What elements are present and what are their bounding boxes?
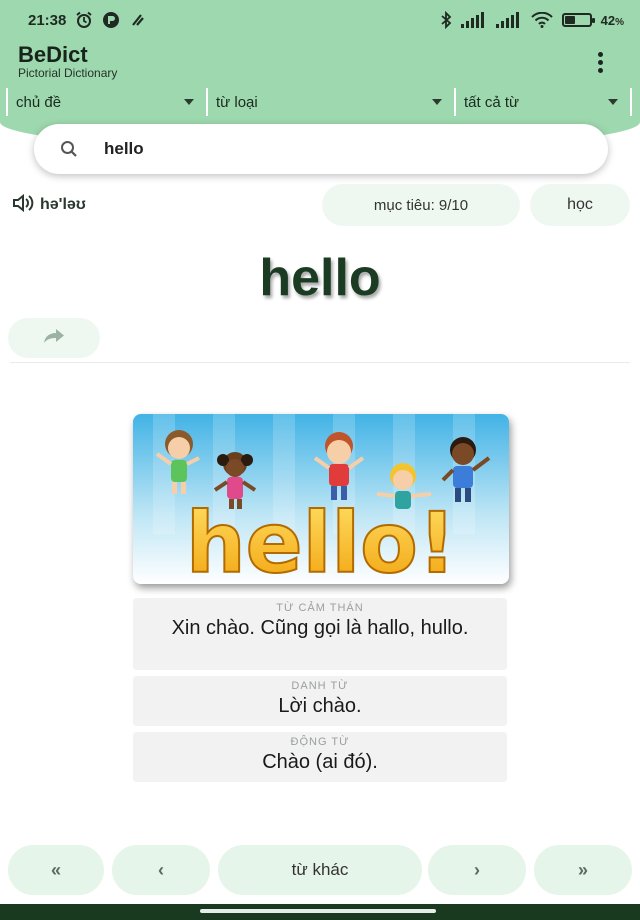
search-icon — [60, 140, 78, 158]
filter-row: chủ đề từ loại tất cả từ — [0, 88, 640, 116]
first-word-button[interactable]: « — [8, 845, 104, 895]
share-button[interactable] — [8, 318, 100, 358]
filter-divider — [630, 88, 632, 116]
definition-card-verb: ĐỘNG TỪ Chào (ai đó). — [133, 732, 507, 782]
status-bar: 21:38 42% — [0, 0, 640, 40]
definition-card-noun: DANH TỪ Lời chào. — [133, 676, 507, 726]
alarm-icon — [75, 11, 93, 29]
bluetooth-icon — [440, 11, 452, 29]
word-type-dropdown-label: từ loại — [216, 93, 258, 111]
speaker-icon — [12, 193, 36, 218]
topic-dropdown[interactable]: chủ đề — [6, 88, 206, 116]
last-word-button[interactable]: » — [534, 845, 632, 895]
headword: hello — [259, 249, 381, 307]
chevron-down-icon — [432, 99, 442, 105]
menu-dot-icon — [597, 59, 603, 65]
chevron-down-icon — [184, 99, 194, 105]
definition-text: Lời chào. — [278, 695, 362, 717]
definition-card-interjection: TỪ CẢM THÁN Xin chào. Cũng gọi là hallo,… — [133, 598, 507, 670]
illustration-hello-text: hello! — [186, 494, 456, 584]
previous-word-button[interactable]: ‹ — [112, 845, 210, 895]
battery-level — [564, 16, 575, 24]
share-arrow-icon — [41, 326, 67, 351]
battery-icon — [561, 13, 595, 27]
word-type-dropdown[interactable]: từ loại — [206, 88, 454, 116]
all-words-dropdown-label: tất cả từ — [464, 93, 520, 111]
signal-icon-2 — [495, 12, 522, 28]
definition-text: Chào (ai đó). — [262, 751, 378, 773]
pronunciation-text: hə'ləʊ — [40, 196, 86, 213]
menu-dot-icon — [597, 51, 603, 57]
search-input[interactable]: hello — [34, 124, 608, 174]
other-words-button[interactable]: từ khác — [218, 845, 422, 895]
overflow-menu-button[interactable] — [584, 48, 616, 76]
next-word-button[interactable]: › — [428, 845, 526, 895]
word-illustration: hello! — [133, 414, 509, 584]
signal-icon — [460, 12, 487, 28]
search-value: hello — [104, 139, 144, 158]
app-subtitle: Pictorial Dictionary — [18, 66, 118, 80]
app-title: BeDict — [18, 42, 88, 67]
definition-pos: DANH TỪ — [291, 680, 349, 692]
app-notification-icon — [102, 11, 120, 29]
battery-percent: 42% — [600, 12, 624, 28]
divider — [10, 362, 630, 363]
all-words-dropdown[interactable]: tất cả từ — [454, 88, 630, 116]
definition-pos: TỪ CẢM THÁN — [276, 602, 364, 614]
goal-button[interactable]: mục tiêu: 9/10 — [322, 184, 520, 226]
learn-button[interactable]: học — [530, 184, 630, 226]
home-indicator[interactable] — [200, 909, 436, 913]
chevron-down-icon — [608, 99, 618, 105]
status-time: 21:38 — [28, 11, 67, 29]
data-saver-icon — [129, 11, 147, 29]
definition-pos: ĐỘNG TỪ — [290, 736, 350, 748]
topic-dropdown-label: chủ đề — [16, 93, 62, 111]
pronunciation-button[interactable]: hə'ləʊ — [12, 192, 86, 218]
wifi-icon — [530, 12, 553, 28]
definition-text: Xin chào. Cũng gọi là hallo, hullo. — [171, 617, 469, 639]
menu-dot-icon — [597, 67, 603, 73]
